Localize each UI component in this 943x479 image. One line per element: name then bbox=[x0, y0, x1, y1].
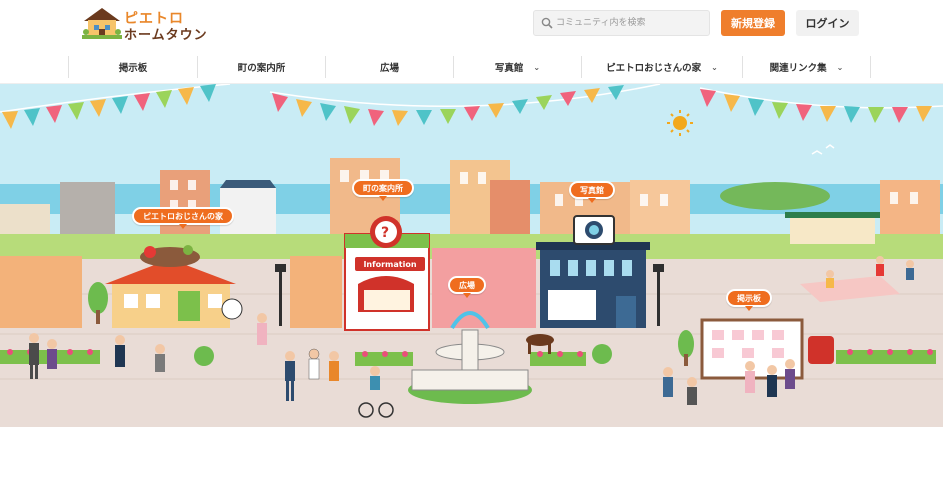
nav-item-info[interactable]: 町の案内所 bbox=[197, 56, 325, 78]
nav-item-plaza[interactable]: 広場 bbox=[325, 56, 453, 78]
nav-item-pietro-house[interactable]: ピエトロおじさんの家 ⌄ bbox=[581, 56, 742, 78]
town-illustration: ? 町の案内所 写真館 ピエトロおじさんの家 広場 掲示板 bbox=[0, 84, 943, 427]
nav-item-links[interactable]: 関連リンク集 ⌄ bbox=[742, 56, 871, 78]
register-button[interactable]: 新規登録 bbox=[721, 10, 785, 36]
search-icon bbox=[541, 17, 553, 29]
main-nav: 掲示板 町の案内所 広場 写真館 ⌄ ピエトロおじさんの家 ⌄ 関連リンク集 ⌄ bbox=[68, 56, 871, 78]
nav-item-label: 掲示板 bbox=[118, 63, 148, 74]
nav-item-label: ピエトロおじさんの家 bbox=[606, 63, 702, 74]
nav-item-label: 町の案内所 bbox=[237, 63, 286, 74]
information-sign: Information bbox=[355, 257, 425, 271]
chevron-down-icon: ⌄ bbox=[711, 62, 718, 72]
chevron-down-icon: ⌄ bbox=[836, 62, 844, 72]
pietro-house-bubble[interactable]: ピエトロおじさんの家 bbox=[132, 207, 234, 229]
house-logo-icon bbox=[82, 8, 122, 39]
search-input[interactable] bbox=[556, 13, 706, 33]
information-building: ? bbox=[344, 216, 430, 331]
nav-item-label: 関連リンク集 bbox=[769, 63, 827, 74]
photo-studio-bubble[interactable]: 写真館 bbox=[569, 181, 615, 203]
bulletin-board-bubble[interactable]: 掲示板 bbox=[726, 289, 772, 311]
search-box[interactable] bbox=[533, 10, 710, 36]
site-logo[interactable]: ピエトロ ホームタウン bbox=[80, 5, 210, 43]
nav-item-photo[interactable]: 写真館 ⌄ bbox=[453, 56, 581, 78]
nav-item-board[interactable]: 掲示板 bbox=[68, 56, 197, 78]
logo-title-line2: ホームタウン bbox=[124, 28, 208, 43]
town-scene: ? bbox=[0, 84, 943, 427]
nav-item-label: 写真館 bbox=[494, 63, 524, 74]
login-button[interactable]: ログイン bbox=[796, 10, 859, 36]
svg-text:?: ? bbox=[381, 225, 389, 241]
info-office-bubble[interactable]: 町の案内所 bbox=[352, 179, 414, 201]
plaza-bubble[interactable]: 広場 bbox=[448, 276, 486, 298]
chevron-down-icon: ⌄ bbox=[533, 62, 541, 72]
site-header: ピエトロ ホームタウン 新規登録 ログイン bbox=[0, 0, 943, 48]
nav-item-label: 広場 bbox=[379, 63, 399, 74]
